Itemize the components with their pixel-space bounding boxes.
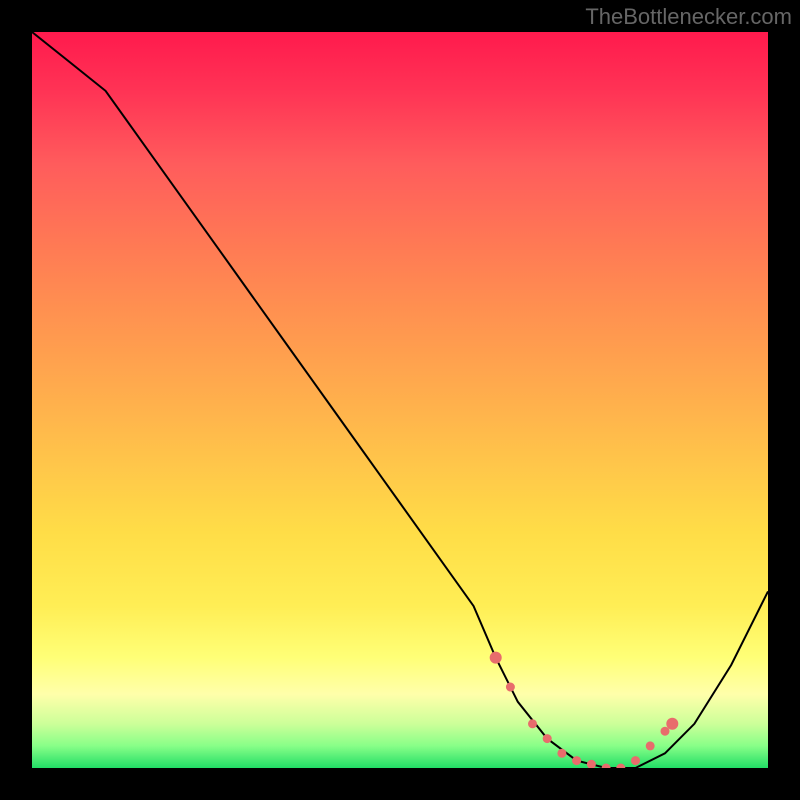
chart-svg — [32, 32, 768, 768]
frame-right — [768, 0, 800, 800]
highlight-dot — [528, 719, 537, 728]
curve-layer — [32, 32, 768, 768]
highlight-dot — [543, 734, 552, 743]
highlight-dot — [587, 760, 596, 768]
highlight-dot — [666, 718, 678, 730]
watermark-text: TheBottlenecker.com — [585, 4, 792, 30]
highlight-dot — [646, 741, 655, 750]
highlight-dot — [557, 749, 566, 758]
frame-bottom — [0, 768, 800, 800]
plot-area — [32, 32, 768, 768]
frame-left — [0, 0, 32, 800]
highlight-dot — [490, 652, 502, 664]
highlight-dot — [572, 756, 581, 765]
highlight-dot — [506, 683, 515, 692]
highlight-dot — [631, 756, 640, 765]
marker-layer — [490, 652, 679, 768]
bottleneck-curve — [32, 32, 768, 768]
